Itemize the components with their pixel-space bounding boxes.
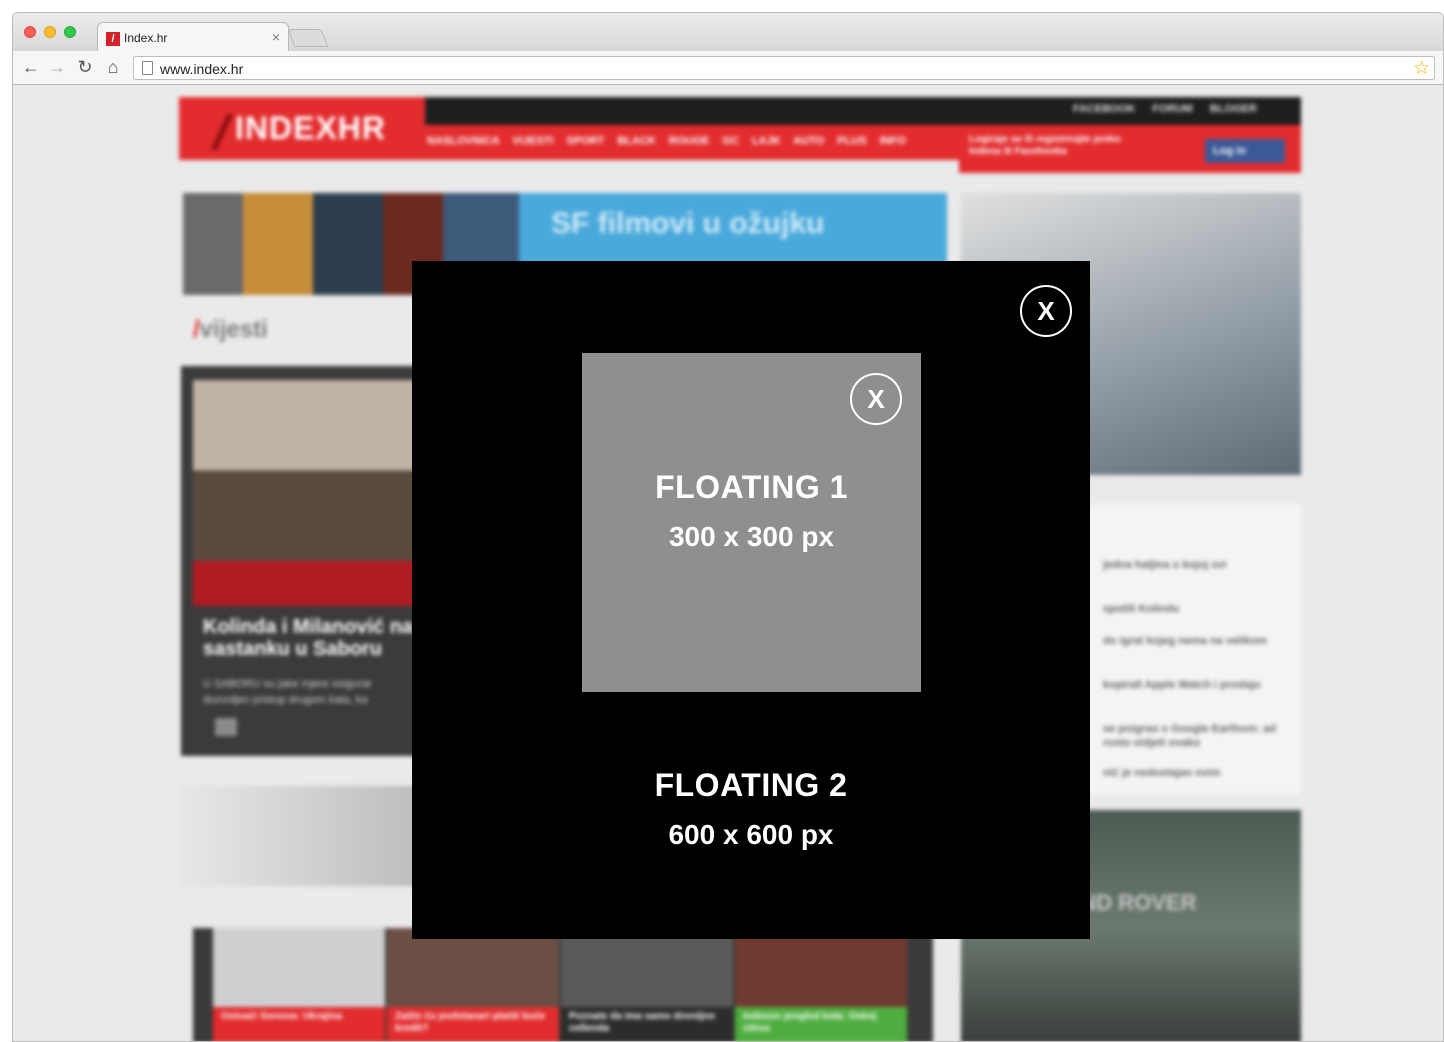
favicon-icon: / <box>106 32 120 46</box>
list-item[interactable]: do igrat kojeg nema na velikom <box>1103 634 1293 648</box>
new-tab-button[interactable] <box>287 29 329 47</box>
url-text[interactable]: www.index.hr <box>160 61 243 77</box>
floating-1-size: 300 x 300 px <box>668 521 835 552</box>
floating-2-title: FLOATING 2 <box>654 767 848 803</box>
card-caption: Indexov pregled kola: Oskoj citrus <box>735 1007 907 1041</box>
carousel-card[interactable]: Indexov pregled kola: Oskoj citrus <box>735 928 907 1041</box>
list-item[interactable]: spotili Kolindu <box>1103 602 1293 616</box>
carousel-card[interactable]: Zašto ću podstanari platiti kuće kredit? <box>387 928 559 1041</box>
related-list: jedna haljina o kojoj svi spotili Kolind… <box>1089 504 1301 794</box>
list-item[interactable]: nić je nedostajao svim <box>1103 766 1293 780</box>
main-nav[interactable]: NASLOVNICA VIJESTI SPORT BLACK ROUGE GC … <box>427 135 906 147</box>
forward-arrow-icon[interactable]: → <box>47 57 67 77</box>
tab-title: Index.hr <box>124 31 168 45</box>
laptop-ad[interactable] <box>181 786 421 886</box>
card-caption: Ostvaić Genova: Ukrajina <box>213 1007 385 1041</box>
news-carousel: Ostvaić Genova: Ukrajina Zašto ću podsta… <box>193 928 933 1041</box>
star-icon[interactable]: ☆ <box>1413 57 1430 80</box>
top-story-card[interactable]: Kolinda i Milanović na sastanku u Saboru… <box>181 366 421 756</box>
card-caption: Zašto ću podstanari platiti kuće kredit? <box>387 1007 559 1041</box>
browser-tab[interactable]: / Index.hr × <box>97 22 289 52</box>
top-links[interactable]: FACEBOOK FORUM BLOGER <box>1073 103 1257 115</box>
minimize-window-button[interactable] <box>44 26 56 38</box>
close-window-button[interactable] <box>24 26 36 38</box>
site-logo[interactable]: INDEXHR <box>193 106 423 150</box>
logo-mark-icon <box>194 114 234 150</box>
floating-ad-overlay: X X FLOATING 1 300 x 300 px FLOATING 2 6… <box>412 261 1090 939</box>
floating-1-title: FLOATING 1 <box>655 469 848 505</box>
list-item[interactable]: se poigrao s Google Earthom: ad rosto vi… <box>1103 722 1293 750</box>
story-lede: U SABORU su jake mjere osigurar dozvolje… <box>203 678 372 706</box>
floating-2-size: 600 x 600 px <box>668 819 834 850</box>
section-title: /vijesti <box>193 316 268 343</box>
list-item[interactable]: jedna haljina o kojoj svi <box>1103 558 1293 572</box>
home-icon[interactable]: ⌂ <box>103 57 123 77</box>
card-caption: Poznate da ima samo dovoljno cellenda <box>561 1007 733 1041</box>
back-arrow-icon[interactable]: ← <box>21 57 41 77</box>
browser-toolbar: ← → ↻ ⌂ www.index.hr ☆ <box>13 51 1443 85</box>
carousel-card[interactable]: Ostvaić Genova: Ukrajina <box>213 928 385 1041</box>
story-photo <box>193 380 421 606</box>
close-floating-2-button[interactable]: X <box>1020 285 1072 337</box>
carousel-card[interactable]: Poznate da ima samo dovoljno cellenda <box>561 928 733 1041</box>
zoom-window-button[interactable] <box>64 26 76 38</box>
tab-close-icon[interactable]: × <box>272 29 280 45</box>
reload-icon[interactable]: ↻ <box>75 57 95 77</box>
close-floating-1-button[interactable]: X <box>850 373 902 425</box>
facebook-login-button[interactable]: Log in <box>1205 139 1285 163</box>
page-icon <box>142 61 153 75</box>
comment-icon[interactable] <box>215 718 237 736</box>
list-item[interactable]: kopirali Apple Watch i prodaju <box>1103 678 1293 692</box>
login-prompt: Logiraje se ili registrirajte preko Inde… <box>969 134 1121 157</box>
title-bar: / Index.hr × <box>13 13 1443 52</box>
floating-1-ad[interactable]: X FLOATING 1 300 x 300 px <box>582 353 921 692</box>
banner-text: SF filmovi u ožujku <box>551 207 825 240</box>
address-bar[interactable]: www.index.hr ☆ <box>133 56 1435 80</box>
story-headline[interactable]: Kolinda i Milanović na sastanku u Saboru <box>203 616 418 660</box>
